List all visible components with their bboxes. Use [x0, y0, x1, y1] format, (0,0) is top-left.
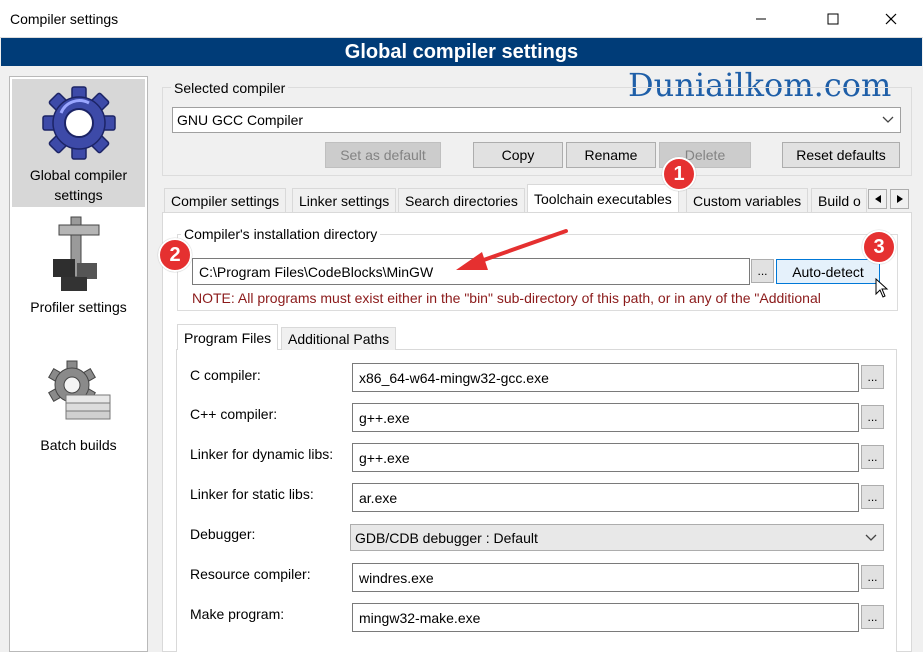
chevron-down-icon	[882, 116, 894, 123]
rename-button[interactable]: Rename	[566, 142, 656, 168]
close-icon	[885, 13, 897, 25]
annotation-badge-3: 3	[862, 230, 896, 264]
tab-linker-settings[interactable]: Linker settings	[292, 188, 397, 212]
make-program-input[interactable]: mingw32-make.exe	[352, 603, 859, 632]
linker-dynamic-browse-button[interactable]: ...	[861, 445, 884, 469]
tab-program-files[interactable]: Program Files	[177, 324, 279, 350]
annotation-badge-1: 1	[662, 157, 696, 191]
title-bar: Compiler settings	[0, 0, 923, 38]
reset-defaults-button[interactable]: Reset defaults	[782, 142, 900, 168]
window-title: Compiler settings	[10, 11, 119, 27]
tab-compiler-settings[interactable]: Compiler settings	[164, 188, 287, 212]
sidebar-item-global-compiler[interactable]: Global compiler settings	[12, 79, 145, 207]
caliper-icon	[52, 216, 99, 291]
make-program-browse-button[interactable]: ...	[861, 605, 884, 629]
cpp-compiler-input[interactable]: g++.exe	[352, 403, 859, 432]
chevron-left-icon	[874, 195, 881, 203]
resource-compiler-browse-button[interactable]: ...	[861, 565, 884, 589]
sidebar-item-label: Batch builds	[40, 437, 117, 453]
c-compiler-browse-button[interactable]: ...	[861, 365, 884, 389]
tab-custom-variables[interactable]: Custom variables	[686, 188, 809, 212]
install-dir-label: Compiler's installation directory	[181, 226, 381, 242]
sidebar: Global compiler settings Profiler settin…	[9, 76, 148, 652]
install-dir-value: C:\Program Files\CodeBlocks\MinGW	[199, 263, 434, 280]
batch-gear-icon	[47, 360, 110, 420]
linker-static-value: ar.exe	[359, 489, 398, 506]
selected-compiler-label: Selected compiler	[171, 80, 289, 96]
copy-button[interactable]: Copy	[473, 142, 563, 168]
tab-scroll-right-button[interactable]	[890, 189, 909, 209]
sidebar-item-profiler[interactable]: Profiler settings	[10, 215, 147, 325]
make-program-value: mingw32-make.exe	[359, 609, 481, 626]
compiler-select-value: GNU GCC Compiler	[177, 112, 304, 128]
mouse-cursor-icon	[875, 278, 889, 298]
install-dir-input[interactable]: C:\Program Files\CodeBlocks\MinGW	[192, 258, 750, 285]
tab-scroll-left-button[interactable]	[868, 189, 887, 209]
sidebar-item-label: Profiler settings	[30, 299, 127, 315]
linker-static-input[interactable]: ar.exe	[352, 483, 859, 512]
chevron-right-icon	[896, 195, 903, 203]
c-compiler-label: C compiler:	[190, 367, 261, 383]
debugger-select-value: GDB/CDB debugger : Default	[355, 529, 538, 546]
linker-dynamic-label: Linker for dynamic libs:	[190, 446, 334, 462]
cpp-compiler-browse-button[interactable]: ...	[861, 405, 884, 429]
c-compiler-input[interactable]: x86_64-w64-mingw32-gcc.exe	[352, 363, 859, 392]
set-as-default-button[interactable]: Set as default	[325, 142, 441, 168]
tab-toolchain-executables[interactable]: Toolchain executables	[527, 184, 679, 212]
make-program-label: Make program:	[190, 606, 285, 622]
sidebar-item-batch-builds[interactable]: Batch builds	[10, 357, 147, 457]
tab-build-options[interactable]: Build o	[811, 188, 867, 212]
linker-static-browse-button[interactable]: ...	[861, 485, 884, 509]
cpp-compiler-label: C++ compiler:	[190, 406, 278, 422]
gear-icon	[41, 86, 116, 160]
close-button[interactable]	[868, 0, 914, 38]
chevron-down-icon	[865, 534, 877, 541]
cpp-compiler-value: g++.exe	[359, 409, 410, 426]
linker-dynamic-input[interactable]: g++.exe	[352, 443, 859, 472]
maximize-button[interactable]	[810, 0, 856, 38]
linker-dynamic-value: g++.exe	[359, 449, 410, 466]
page-banner: Global compiler settings	[1, 38, 922, 66]
resource-compiler-label: Resource compiler:	[190, 566, 311, 582]
maximize-icon	[827, 13, 839, 25]
debugger-select[interactable]: GDB/CDB debugger : Default	[350, 524, 884, 551]
resource-compiler-input[interactable]: windres.exe	[352, 563, 859, 592]
tab-search-directories[interactable]: Search directories	[398, 188, 525, 212]
sidebar-item-label: Global compiler settings	[29, 167, 128, 203]
minimize-icon	[756, 18, 766, 20]
auto-detect-button[interactable]: Auto-detect	[776, 259, 880, 284]
compiler-select[interactable]: GNU GCC Compiler	[172, 107, 901, 133]
minimize-button[interactable]	[738, 0, 784, 38]
debugger-label: Debugger:	[190, 526, 256, 542]
install-dir-note: NOTE: All programs must exist either in …	[192, 290, 821, 306]
install-dir-browse-button[interactable]: ...	[751, 259, 774, 283]
c-compiler-value: x86_64-w64-mingw32-gcc.exe	[359, 369, 549, 386]
resource-compiler-value: windres.exe	[359, 569, 434, 586]
tab-additional-paths[interactable]: Additional Paths	[281, 327, 397, 350]
linker-static-label: Linker for static libs:	[190, 486, 314, 502]
annotation-badge-2: 2	[158, 238, 192, 272]
